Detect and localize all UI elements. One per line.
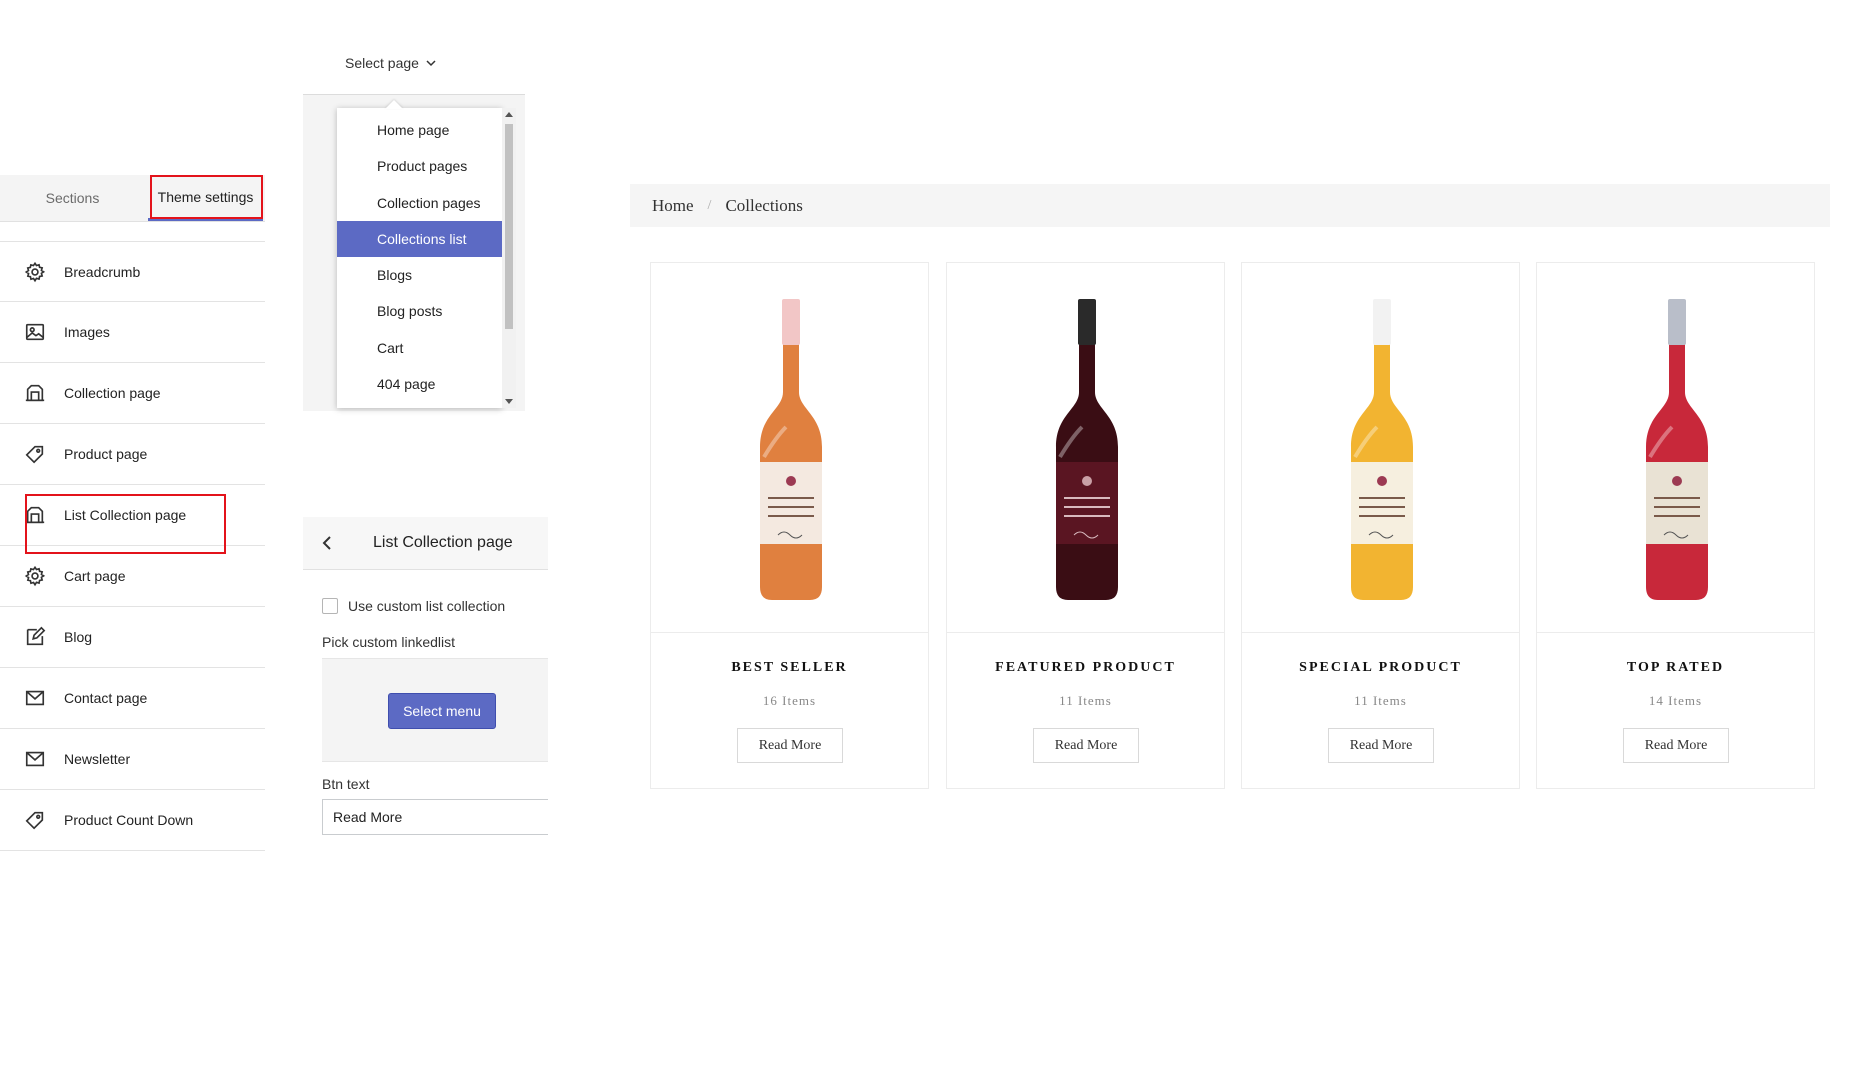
back-arrow-icon[interactable] [317,533,337,553]
menu-item-collections-list[interactable]: Collections list [337,220,502,258]
sidebar-item-images[interactable]: Images [0,302,265,363]
select-menu-button[interactable]: Select menu [388,693,496,729]
scroll-up-icon[interactable] [505,112,513,117]
breadcrumb-current: Collections [725,195,803,215]
read-more-button[interactable]: Read More [1328,728,1434,763]
wine-bottle-image [760,299,822,600]
sidebar-item-label: Cart page [64,568,126,584]
collection-image[interactable] [1242,263,1519,633]
read-more-button[interactable]: Read More [737,728,843,763]
sidebar-item-label: Breadcrumb [64,263,141,280]
read-more-button[interactable]: Read More [1033,728,1139,763]
editor-title: List Collection page [373,534,513,551]
collection-title[interactable]: TOP RATED [1537,660,1814,676]
collection-image[interactable] [947,263,1224,633]
menu-item-home-page[interactable]: Home page [337,112,502,148]
gear-icon [24,565,46,587]
menu-item-404-page[interactable]: 404 page [337,366,502,402]
sidebar-item-collection-page[interactable]: Collection page [0,363,265,424]
mail-icon [25,751,45,767]
sidebar-item-label: Blog [64,629,93,645]
collection-card: FEATURED PRODUCT 11 Items Read More [946,262,1225,789]
sidebar-item-newsletter[interactable]: Newsletter [0,729,265,790]
image-icon [25,323,45,341]
sidebar-item-product-page[interactable]: Product page [0,424,265,485]
scrollbar-thumb[interactable] [505,124,513,329]
btn-text-input[interactable]: Read More [322,799,548,835]
collection-title[interactable]: SPECIAL PRODUCT [1242,660,1519,676]
wine-bottle-image [1056,299,1118,600]
menu-item-collection-pages[interactable]: Collection pages [337,185,502,221]
menu-item-cart[interactable]: Cart [337,330,502,366]
collection-count: 14 Items [1648,693,1703,708]
dropdown-caret [385,100,403,109]
collection-card: SPECIAL PRODUCT 11 Items Read More [1241,262,1520,789]
collection-icon [25,384,45,402]
wine-bottle-image [1646,299,1708,600]
sidebar-item-label: List Collection page [64,507,187,523]
sidebar-item-label: Contact page [64,690,148,706]
menu-item-blogs[interactable]: Blogs [337,257,502,293]
sidebar-item-label: Images [64,324,110,340]
pick-linkedlist-label: Pick custom linkedlist [322,634,456,650]
use-custom-list-label: Use custom list collection [348,598,506,614]
sidebar-item-blog[interactable]: Blog [0,607,265,668]
sidebar-item-breadcrumb[interactable]: Breadcrumb [0,241,265,302]
pick-linkedlist-box: Select menu [322,658,548,762]
collection-count: 16 Items [762,693,817,708]
use-custom-list-row: Use custom list collection [322,598,505,614]
menu-item-blog-posts[interactable]: Blog posts [337,293,502,329]
read-more-button[interactable]: Read More [1623,728,1729,763]
sidebar-item-contact-page[interactable]: Contact page [0,668,265,729]
collection-card: BEST SELLER 16 Items Read More [650,262,929,789]
sidebar-item-label: Product page [64,446,148,462]
collection-image[interactable] [1537,263,1814,633]
settings-tabs: Sections Theme settings [0,175,265,222]
breadcrumb-separator: / [707,197,712,213]
mail-icon [25,690,45,706]
collection-icon [25,506,45,524]
tag-icon [25,811,44,830]
use-custom-list-checkbox[interactable] [322,598,338,614]
dropdown-scrollbar[interactable] [502,108,516,408]
theme-settings-list: Breadcrumb Images Collection page Produc… [0,241,265,851]
sidebar-item-label: Newsletter [64,751,131,767]
collection-title[interactable]: FEATURED PRODUCT [947,660,1224,676]
collection-image[interactable] [651,263,928,633]
collection-count: 11 Items [1059,693,1112,708]
sidebar-item-list-collection-page[interactable]: List Collection page [0,485,265,546]
btn-text-label: Btn text [322,776,370,792]
gear-icon [24,261,46,282]
wine-bottle-image [1351,299,1413,600]
menu-item-product-pages[interactable]: Product pages [337,148,502,184]
tag-icon [25,445,44,464]
editor-header: List Collection page [303,517,548,570]
scroll-down-icon[interactable] [505,399,513,404]
collection-card: TOP RATED 14 Items Read More [1536,262,1815,789]
edit-icon [26,626,46,646]
breadcrumb-home-link[interactable]: Home [652,196,694,216]
sidebar-item-label: Collection page [64,385,161,401]
tab-sections[interactable]: Sections [0,175,145,221]
tab-theme-settings[interactable]: Theme settings [148,175,263,221]
sidebar-item-product-count-down[interactable]: Product Count Down [0,790,265,851]
chevron-down-icon [426,60,436,67]
collection-title[interactable]: BEST SELLER [651,660,928,676]
select-page-label: Select page [345,55,419,71]
sidebar-item-cart-page[interactable]: Cart page [0,546,265,607]
sidebar-item-label: Product Count Down [64,812,194,828]
select-page-menu: Home page Product pages Collection pages… [337,108,502,408]
select-page-dropdown[interactable]: Select page [345,55,437,71]
collection-count: 11 Items [1354,693,1407,708]
breadcrumb: Home / Collections [630,184,1830,227]
